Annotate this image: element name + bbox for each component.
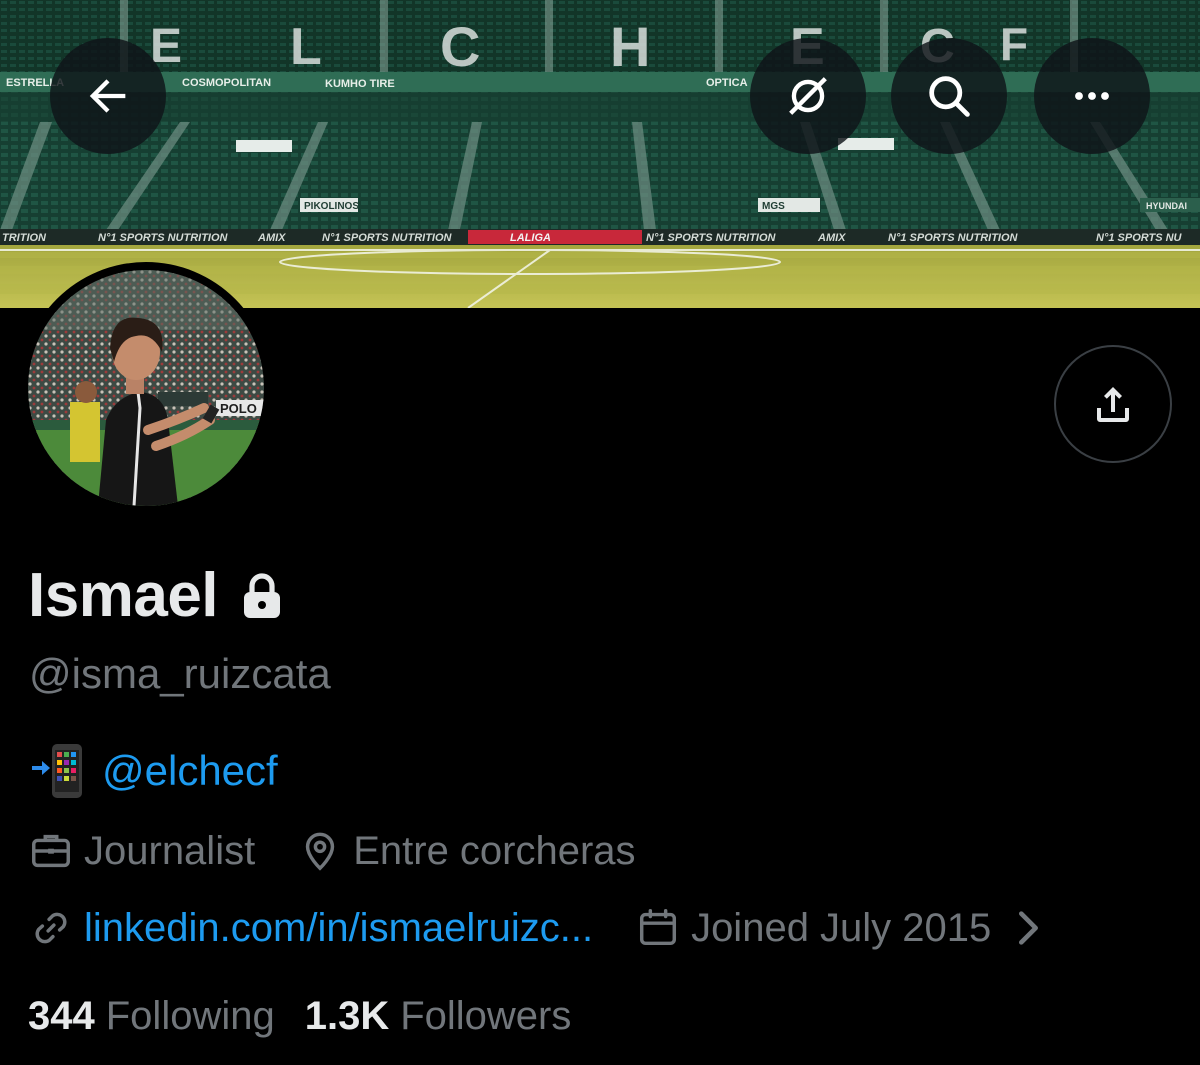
avatar-photo: POLO <box>28 270 264 506</box>
location-pin-icon <box>306 832 335 871</box>
pitch-board: TRITION <box>2 232 47 244</box>
pitch-board: LALIGA <box>510 232 551 244</box>
profile-meta-row: Journalist Entre corcheras <box>28 828 678 874</box>
follow-stats: 344 Following 1.3K Followers <box>28 994 601 1039</box>
followers-link[interactable]: 1.3K Followers <box>305 994 572 1039</box>
share-icon <box>1097 387 1129 422</box>
banner-letter: L <box>290 18 322 76</box>
back-button[interactable] <box>50 38 166 154</box>
followers-label: Followers <box>400 994 572 1038</box>
profile-bio: @elchecf <box>30 742 278 800</box>
stadium-banner-image: E L C H E C F ESTRELLA COSMOPOLITAN KUMH… <box>0 0 1200 308</box>
profile-banner[interactable]: E L C H E C F ESTRELLA COSMOPOLITAN KUMH… <box>0 0 1200 308</box>
grok-button[interactable] <box>750 38 866 154</box>
pitch-board: N°1 SPORTS NUTRITION <box>888 232 1019 244</box>
location-item: Entre corcheras <box>297 828 636 874</box>
arrow-left-icon <box>89 79 126 113</box>
pitch-board: N°1 SPORTS NUTRITION <box>646 232 777 244</box>
bio-mention-link[interactable]: @elchecf <box>102 747 278 795</box>
joined-item[interactable]: Joined July 2015 <box>635 905 1061 951</box>
mobile-arrow-emoji-icon <box>30 742 86 800</box>
ad-board: OPTICA <box>706 77 748 89</box>
grok-icon <box>789 77 827 115</box>
share-profile-button[interactable] <box>1054 345 1172 463</box>
profile-avatar[interactable]: POLO <box>20 262 272 514</box>
lock-icon <box>244 572 281 618</box>
banner-letter: H <box>610 15 650 78</box>
profile-name-row: Ismael <box>28 560 284 631</box>
search-icon <box>929 76 970 117</box>
svg-text:POLO: POLO <box>220 401 257 416</box>
ad-board: MGS <box>762 201 785 212</box>
chevron-right-icon <box>1019 911 1039 945</box>
display-name: Ismael <box>28 561 219 630</box>
more-horizontal-icon <box>1075 92 1109 100</box>
location-text: Entre corcheras <box>353 828 636 873</box>
search-button[interactable] <box>891 38 1007 154</box>
link-icon <box>35 912 67 944</box>
profession-text: Journalist <box>84 828 256 873</box>
briefcase-icon <box>32 834 70 868</box>
ad-board: PIKOLINOS <box>304 201 359 212</box>
pitch-board: AMIX <box>817 232 846 244</box>
website-link[interactable]: linkedin.com/in/ismaelruizc... <box>84 906 593 951</box>
banner-letter: C <box>440 15 480 78</box>
following-count: 344 <box>28 994 95 1038</box>
profession-item: Journalist <box>28 828 255 874</box>
more-options-button[interactable] <box>1034 38 1150 154</box>
pitch-board: N°1 SPORTS NUTRITION <box>322 232 453 244</box>
ad-board: HYUNDAI <box>1146 201 1187 211</box>
calendar-icon <box>640 909 677 946</box>
profile-meta-row: linkedin.com/in/ismaelruizc... Joined Ju… <box>28 905 1103 951</box>
following-label: Following <box>105 994 275 1038</box>
pitch-board: N°1 SPORTS NUTRITION <box>98 232 229 244</box>
pitch-board: N°1 SPORTS NU <box>1096 232 1183 244</box>
joined-text: Joined July 2015 <box>691 905 992 950</box>
user-handle: @isma_ruizcata <box>29 650 331 697</box>
pitch-board: AMIX <box>257 232 286 244</box>
website-item[interactable]: linkedin.com/in/ismaelruizc... <box>28 905 593 951</box>
following-link[interactable]: 344 Following <box>28 994 275 1039</box>
followers-count: 1.3K <box>304 994 390 1038</box>
ad-board: COSMOPOLITAN <box>182 77 271 89</box>
ad-board: KUMHO TIRE <box>325 78 395 90</box>
banner-letter: F <box>1000 18 1028 70</box>
